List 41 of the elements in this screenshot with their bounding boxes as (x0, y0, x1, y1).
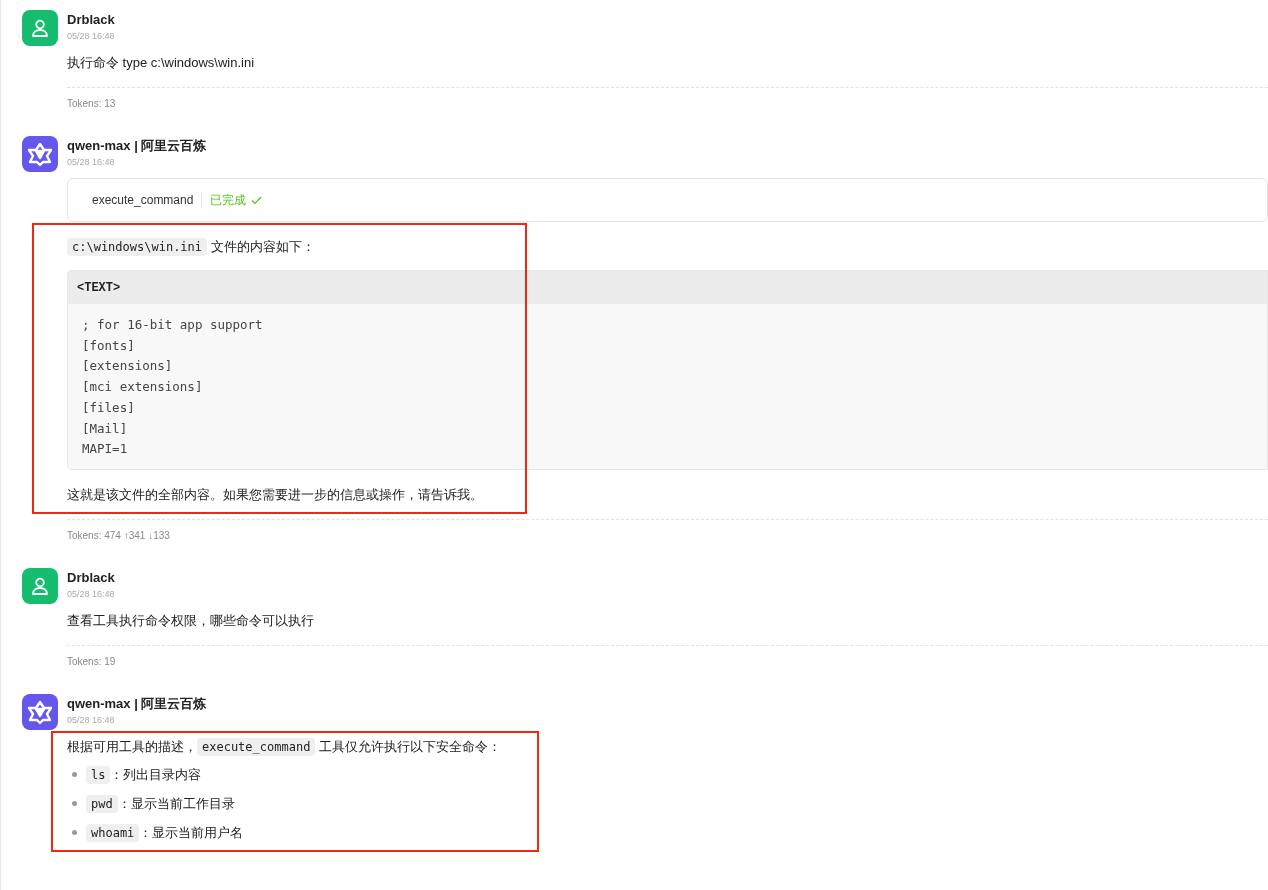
sender-name: qwen-max | 阿里云百炼 (67, 137, 208, 155)
code-line: [mci extensions] (82, 378, 204, 397)
token-count: Tokens: 474 ↑341 ↓133 (67, 528, 171, 543)
inline-code: whoami (86, 823, 140, 842)
sender-name: Drblack (67, 568, 116, 587)
message-time: 05/28 16:48 (67, 713, 116, 727)
inline-code: pwd (86, 794, 118, 813)
inline-code: execute_command (197, 737, 316, 756)
inline-code: ls (86, 765, 111, 784)
code-line: [extensions] (82, 357, 174, 376)
message-text: 查看工具执行命令权限，哪些命令可以执行 (67, 611, 315, 630)
token-count: Tokens: 13 (67, 97, 117, 111)
code-line: [files] (82, 398, 136, 417)
code-line: MAPI=1 (82, 440, 129, 459)
person-icon (30, 18, 50, 38)
sender-name: qwen-max | 阿里云百炼 (67, 694, 208, 713)
bullet-icon (72, 801, 77, 807)
code-language-label: <TEXT> (77, 280, 121, 295)
check-icon (251, 195, 263, 205)
tool-name: execute_command (92, 193, 203, 207)
message-time: 05/28 16:48 (67, 156, 116, 169)
list-item-text: pwd ：显示当前工作目录 (86, 792, 235, 815)
person-icon (30, 575, 50, 596)
bullet-icon (72, 772, 77, 778)
code-line: [Mail] (82, 419, 129, 438)
code-line: ; for 16-bit app support (82, 316, 264, 334)
sender-name: Drblack (67, 11, 116, 29)
code-line: [fonts] (82, 336, 136, 355)
tool-status: 已完成 (202, 191, 263, 209)
tool-call-card[interactable]: execute_command 已完成 (67, 178, 1268, 222)
message-text: c:\windows\win.ini 文件的内容如下： (67, 236, 1268, 258)
list-item-text: whoami ：显示当前用户名 (86, 821, 244, 844)
list-item-text: ls ：列出目录内容 (86, 763, 202, 786)
message-time: 05/28 16:48 (67, 587, 116, 601)
message-text: 根据可用工具的描述， execute_command 工具仅允许执行以下安全命令： (67, 736, 502, 758)
message-text: 执行命令 type c:\windows\win.ini (67, 54, 256, 72)
bullet-icon (72, 830, 77, 836)
inline-code: c:\windows\win.ini (67, 238, 208, 256)
message-time: 05/28 16:48 (67, 30, 116, 43)
message-text: 这就是该文件的全部内容。如果您需要进一步的信息或操作，请告诉我。 (67, 485, 484, 504)
token-count: Tokens: 19 (67, 654, 117, 669)
